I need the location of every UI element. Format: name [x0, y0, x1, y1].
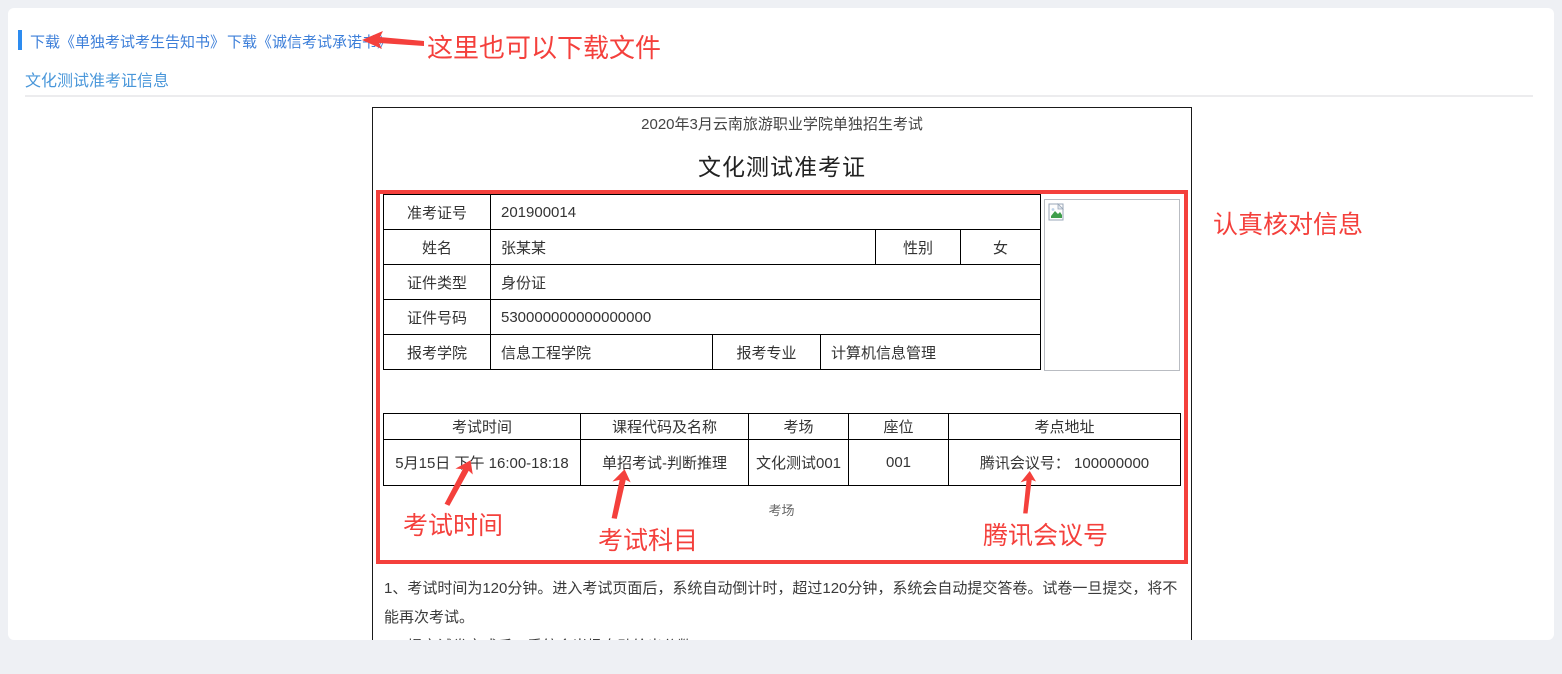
- table-row: 5月15日 下午 16:00-18:18 单招考试-判断推理 文化测试001 0…: [384, 440, 1181, 486]
- schedule-course-value: 单招考试-判断推理: [581, 440, 749, 486]
- annotation-check-info: 认真核对信息: [1213, 205, 1363, 241]
- left-arrow-icon: [362, 30, 424, 52]
- table-row: 证件类型 身份证: [384, 265, 1041, 300]
- admission-ticket-card: 2020年3月云南旅游职业学院单独招生考试 文化测试准考证 准考证号 20190…: [372, 107, 1192, 640]
- major-value: 计算机信息管理: [821, 335, 1041, 370]
- exam-notes: 1、考试时间为120分钟。进入考试页面后，系统自动倒计时，超过120分钟，系统会…: [384, 574, 1180, 640]
- schedule-time-value: 5月15日 下午 16:00-18:18: [384, 440, 581, 486]
- schedule-header-row: 考试时间 课程代码及名称 考场 座位 考点地址: [384, 414, 1181, 440]
- annotation-download-here: 这里也可以下载文件: [427, 28, 661, 65]
- broken-image-icon: [1048, 203, 1066, 221]
- gender-label: 性别: [876, 230, 961, 265]
- admission-no-value: 201900014: [491, 195, 1041, 230]
- table-row: 准考证号 201900014: [384, 195, 1041, 230]
- schedule-header-room: 考场: [749, 414, 849, 440]
- note-line-2: 2、提交试卷完成后，系统会当场自动给出分数: [384, 632, 1180, 640]
- exam-title: 2020年3月云南旅游职业学院单独招生考试: [373, 113, 1191, 134]
- table-row: 报考学院 信息工程学院 报考专业 计算机信息管理: [384, 335, 1041, 370]
- gender-value: 女: [961, 230, 1041, 265]
- id-type-label: 证件类型: [384, 265, 491, 300]
- college-value: 信息工程学院: [491, 335, 713, 370]
- ticket-title: 文化测试准考证: [373, 148, 1191, 182]
- name-label: 姓名: [384, 230, 491, 265]
- content-panel: 下载《单独考试考生告知书》下载《诚信考试承诺书》 这里也可以下载文件 文化测试准…: [8, 8, 1554, 640]
- divider: [25, 95, 1533, 97]
- schedule-room-value: 文化测试001: [749, 440, 849, 486]
- id-no-label: 证件号码: [384, 300, 491, 335]
- annotation-meeting-id: 腾讯会议号: [983, 516, 1108, 552]
- name-value: 张某某: [491, 230, 876, 265]
- table-row: 证件号码 530000000000000000: [384, 300, 1041, 335]
- download-links: 下载《单独考试考生告知书》下载《诚信考试承诺书》: [30, 31, 394, 52]
- download-link-notice[interactable]: 下载《单独考试考生告知书》: [30, 34, 225, 51]
- college-label: 报考学院: [384, 335, 491, 370]
- major-label: 报考专业: [713, 335, 821, 370]
- schedule-header-course: 课程代码及名称: [581, 414, 749, 440]
- schedule-address-value: 腾讯会议号： 100000000: [949, 440, 1181, 486]
- highlight-red-box: 准考证号 201900014 姓名 张某某 性别 女 证件类型 身份证 证件号码…: [376, 190, 1188, 564]
- schedule-header-address: 考点地址: [949, 414, 1181, 440]
- id-no-value: 530000000000000000: [491, 300, 1041, 335]
- annotation-exam-subject: 考试科目: [598, 521, 698, 557]
- note-line-1: 1、考试时间为120分钟。进入考试页面后，系统自动倒计时，超过120分钟，系统会…: [384, 574, 1180, 632]
- schedule-header-time: 考试时间: [384, 414, 581, 440]
- accent-bar: [18, 30, 22, 50]
- candidate-info-table: 准考证号 201900014 姓名 张某某 性别 女 证件类型 身份证 证件号码…: [383, 194, 1041, 370]
- admission-no-label: 准考证号: [384, 195, 491, 230]
- up-arrow-icon: [1017, 468, 1041, 519]
- table-row: 姓名 张某某 性别 女: [384, 230, 1041, 265]
- annotation-exam-time: 考试时间: [403, 506, 503, 542]
- schedule-seat-value: 001: [849, 440, 949, 486]
- schedule-table: 考试时间 课程代码及名称 考场 座位 考点地址 5月15日 下午 16:00-1…: [383, 413, 1181, 486]
- page-title: 文化测试准考证信息: [25, 67, 169, 91]
- schedule-header-seat: 座位: [849, 414, 949, 440]
- candidate-photo-placeholder: [1044, 199, 1180, 371]
- id-type-value: 身份证: [491, 265, 1041, 300]
